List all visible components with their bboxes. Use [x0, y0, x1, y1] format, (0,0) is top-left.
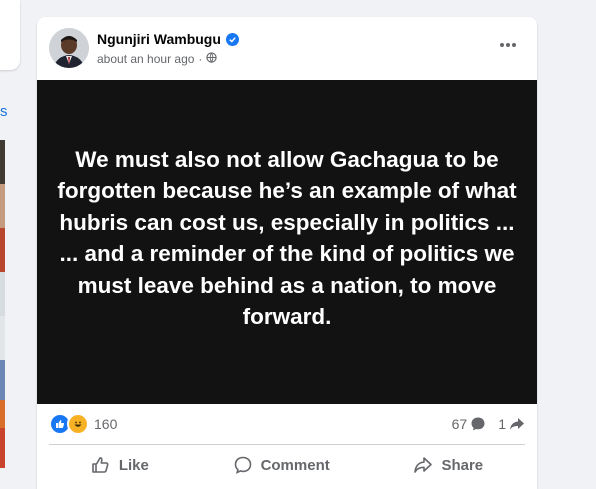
- post-timestamp[interactable]: about an hour ago: [97, 52, 194, 66]
- share-icon: [414, 457, 433, 473]
- reaction-count: 160: [94, 416, 118, 432]
- reactions-summary[interactable]: 160: [49, 413, 117, 435]
- left-link-fragment[interactable]: s: [0, 103, 8, 120]
- post-text-image[interactable]: We must also not allow Gachagua to be fo…: [37, 80, 537, 404]
- left-card-fragment: [0, 0, 20, 70]
- share-arrow-icon: [510, 418, 524, 430]
- share-count-link[interactable]: 1: [498, 416, 525, 432]
- haha-reaction-icon: [67, 413, 89, 435]
- author-avatar[interactable]: [49, 28, 89, 68]
- comment-icon: [234, 456, 251, 474]
- comment-count-link[interactable]: 67: [452, 416, 487, 432]
- action-divider: [49, 444, 525, 445]
- share-count: 1: [498, 416, 506, 432]
- comment-count: 67: [451, 416, 468, 432]
- engagement-summary: 160 67 1: [49, 404, 525, 444]
- comment-share-counts: 67 1: [452, 416, 525, 432]
- like-button[interactable]: Like: [79, 449, 161, 481]
- comment-label: Comment: [260, 456, 330, 474]
- post-action-bar: Like Comment Share: [49, 447, 525, 483]
- post-media-text: We must also not allow Gachagua to be fo…: [57, 146, 517, 330]
- author-name[interactable]: Ngunjiri Wambugu: [97, 31, 221, 47]
- more-options-icon[interactable]: [493, 35, 523, 55]
- author-row: Ngunjiri Wambugu: [97, 31, 239, 47]
- comment-bubble-icon: [471, 417, 485, 431]
- meta-separator: ·: [198, 52, 203, 66]
- post-meta: about an hour ago ·: [97, 52, 218, 66]
- verified-badge-icon: [225, 32, 239, 46]
- share-button[interactable]: Share: [401, 449, 495, 481]
- comment-button[interactable]: Comment: [221, 449, 342, 481]
- post-card: Ngunjiri Wambugu about an hour ago · We …: [37, 17, 537, 489]
- globe-icon[interactable]: [206, 52, 218, 66]
- like-label: Like: [118, 456, 149, 474]
- share-label: Share: [441, 456, 484, 474]
- like-icon: [92, 457, 109, 473]
- left-thumbnail-strip: [0, 140, 5, 468]
